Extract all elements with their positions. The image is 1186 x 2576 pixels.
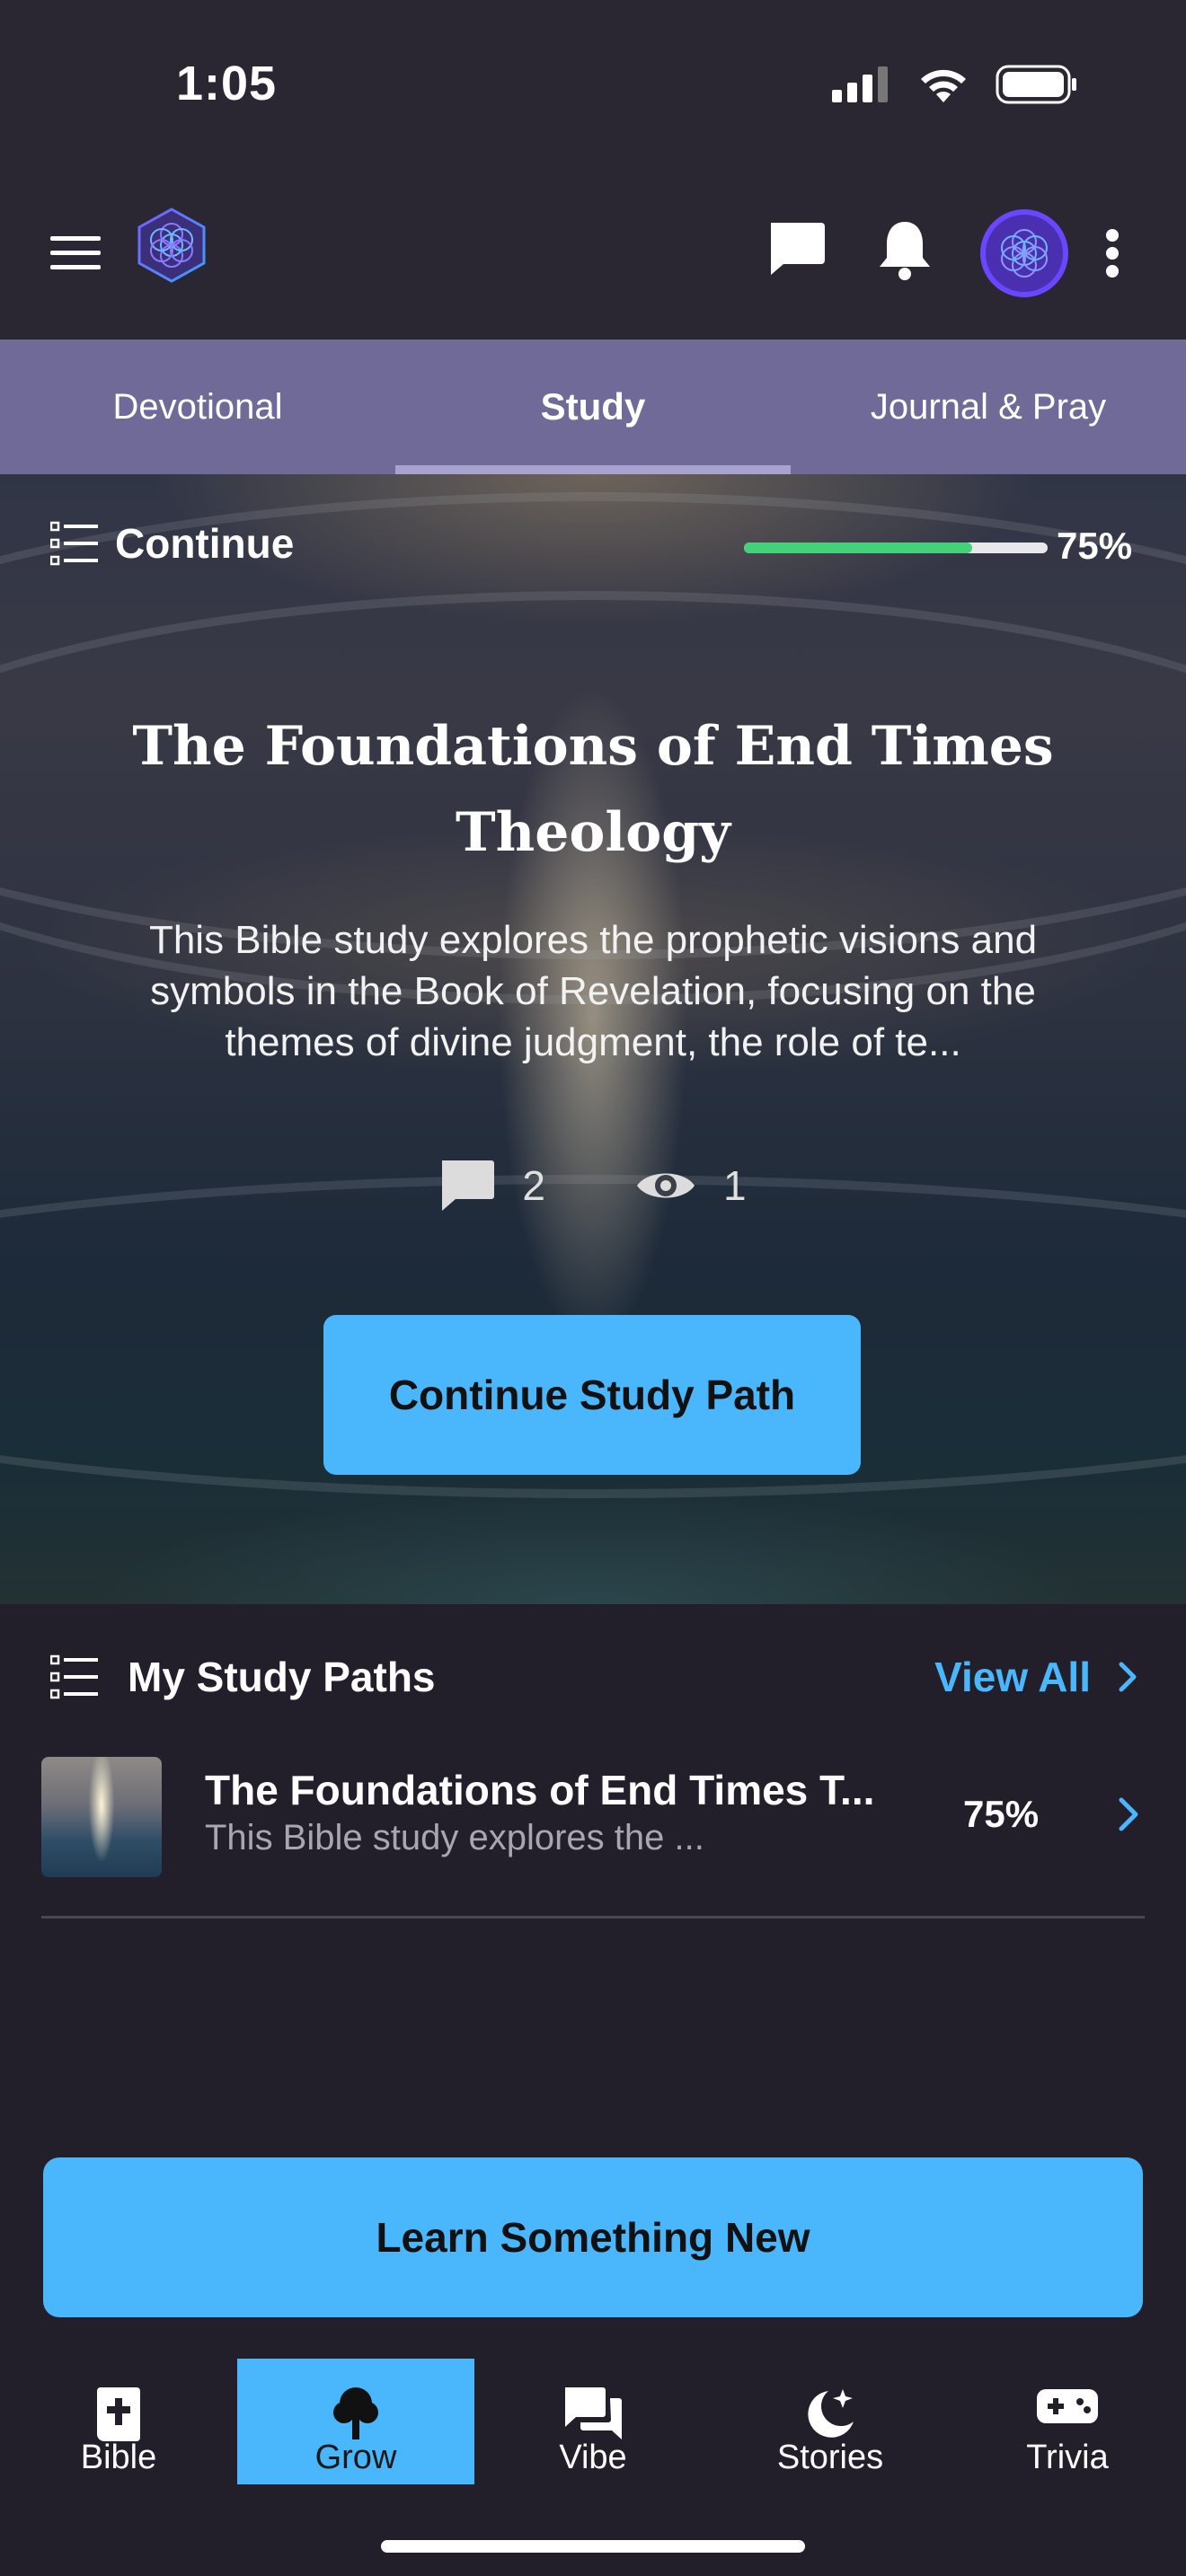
study-path-item[interactable]: The Foundations of End Times T... This B…	[41, 1753, 1145, 1919]
moon-stars-icon	[808, 2389, 854, 2438]
flower-of-life-logo[interactable]	[135, 207, 208, 284]
more-vertical-icon[interactable]	[1098, 217, 1127, 289]
tab-journal-pray[interactable]: Journal & Pray	[791, 340, 1186, 474]
wifi-icon	[921, 69, 966, 102]
status-bar: 1:05	[0, 0, 1186, 171]
nav-item-vibe[interactable]: Vibe	[474, 2359, 712, 2484]
tab-study[interactable]: Study	[395, 340, 791, 474]
continue-label: Continue	[115, 520, 295, 567]
nav-label: Grow	[314, 2439, 397, 2476]
view-all-link[interactable]: View All	[934, 1653, 1137, 1701]
hero-card[interactable]: Continue 75% The Foundations of End Time…	[0, 474, 1186, 1604]
stats-row: 2 1	[0, 1159, 1186, 1213]
chat-bubbles-icon	[565, 2387, 622, 2439]
chevron-right-icon[interactable]	[1116, 1795, 1141, 1834]
study-title: The Foundations of End Times Theology	[132, 715, 1054, 864]
nav-label: Stories	[776, 2439, 884, 2476]
eye-icon	[637, 1173, 695, 1198]
list-icon	[50, 521, 98, 566]
section-title: My Study Paths	[128, 1654, 436, 1700]
study-description: This Bible study explores the prophetic …	[148, 918, 1038, 1064]
app-header	[0, 171, 1186, 340]
chat-bubble-icon[interactable]	[766, 219, 827, 278]
continue-row[interactable]: Continue	[50, 519, 294, 568]
status-icons	[832, 65, 1078, 104]
cellular-signal-icon	[832, 66, 888, 102]
study-path-progress: 75%	[963, 1793, 1040, 1835]
study-path-subtitle: This Bible study explores the ...	[205, 1818, 704, 1857]
home-indicator	[381, 2540, 805, 2553]
views-stat: 1	[635, 1159, 747, 1213]
hamburger-icon[interactable]	[47, 225, 104, 282]
tab-bar: Devotional Study Journal & Pray	[0, 340, 1186, 474]
study-path-thumbnail	[41, 1757, 162, 1877]
avatar[interactable]	[979, 208, 1069, 298]
comment-icon	[442, 1160, 495, 1211]
tree-icon	[333, 2387, 378, 2439]
nav-item-grow[interactable]: Grow	[237, 2359, 474, 2484]
bible-icon	[97, 2387, 140, 2441]
study-path-title: The Foundations of End Times T...	[205, 1767, 875, 1813]
nav-item-stories[interactable]: Stories	[712, 2359, 949, 2484]
status-time: 1:05	[176, 57, 278, 110]
nav-label: Trivia	[1026, 2439, 1109, 2476]
nav-item-trivia[interactable]: Trivia	[949, 2359, 1186, 2484]
nav-label: Vibe	[559, 2439, 627, 2476]
study-paths-header: My Study Paths View All	[50, 1653, 1137, 1701]
progress-bar	[744, 543, 1048, 553]
nav-item-bible[interactable]: Bible	[0, 2359, 237, 2484]
comments-stat[interactable]: 2	[439, 1159, 545, 1213]
views-count: 1	[723, 1162, 747, 1209]
list-icon	[50, 1654, 98, 1699]
bell-icon[interactable]	[875, 216, 934, 284]
view-all-label: View All	[934, 1654, 1091, 1700]
progress-fill	[744, 543, 972, 553]
chevron-right-icon	[1119, 1662, 1137, 1692]
comments-count: 2	[522, 1162, 545, 1209]
gamepad-icon	[1037, 2389, 1098, 2423]
learn-something-new-button[interactable]: Learn Something New	[43, 2157, 1143, 2317]
tab-devotional[interactable]: Devotional	[0, 340, 395, 474]
continue-study-path-button[interactable]: Continue Study Path	[323, 1315, 861, 1475]
battery-icon	[996, 65, 1076, 104]
progress-percent: 75%	[1057, 525, 1133, 567]
nav-label: Bible	[80, 2439, 157, 2476]
